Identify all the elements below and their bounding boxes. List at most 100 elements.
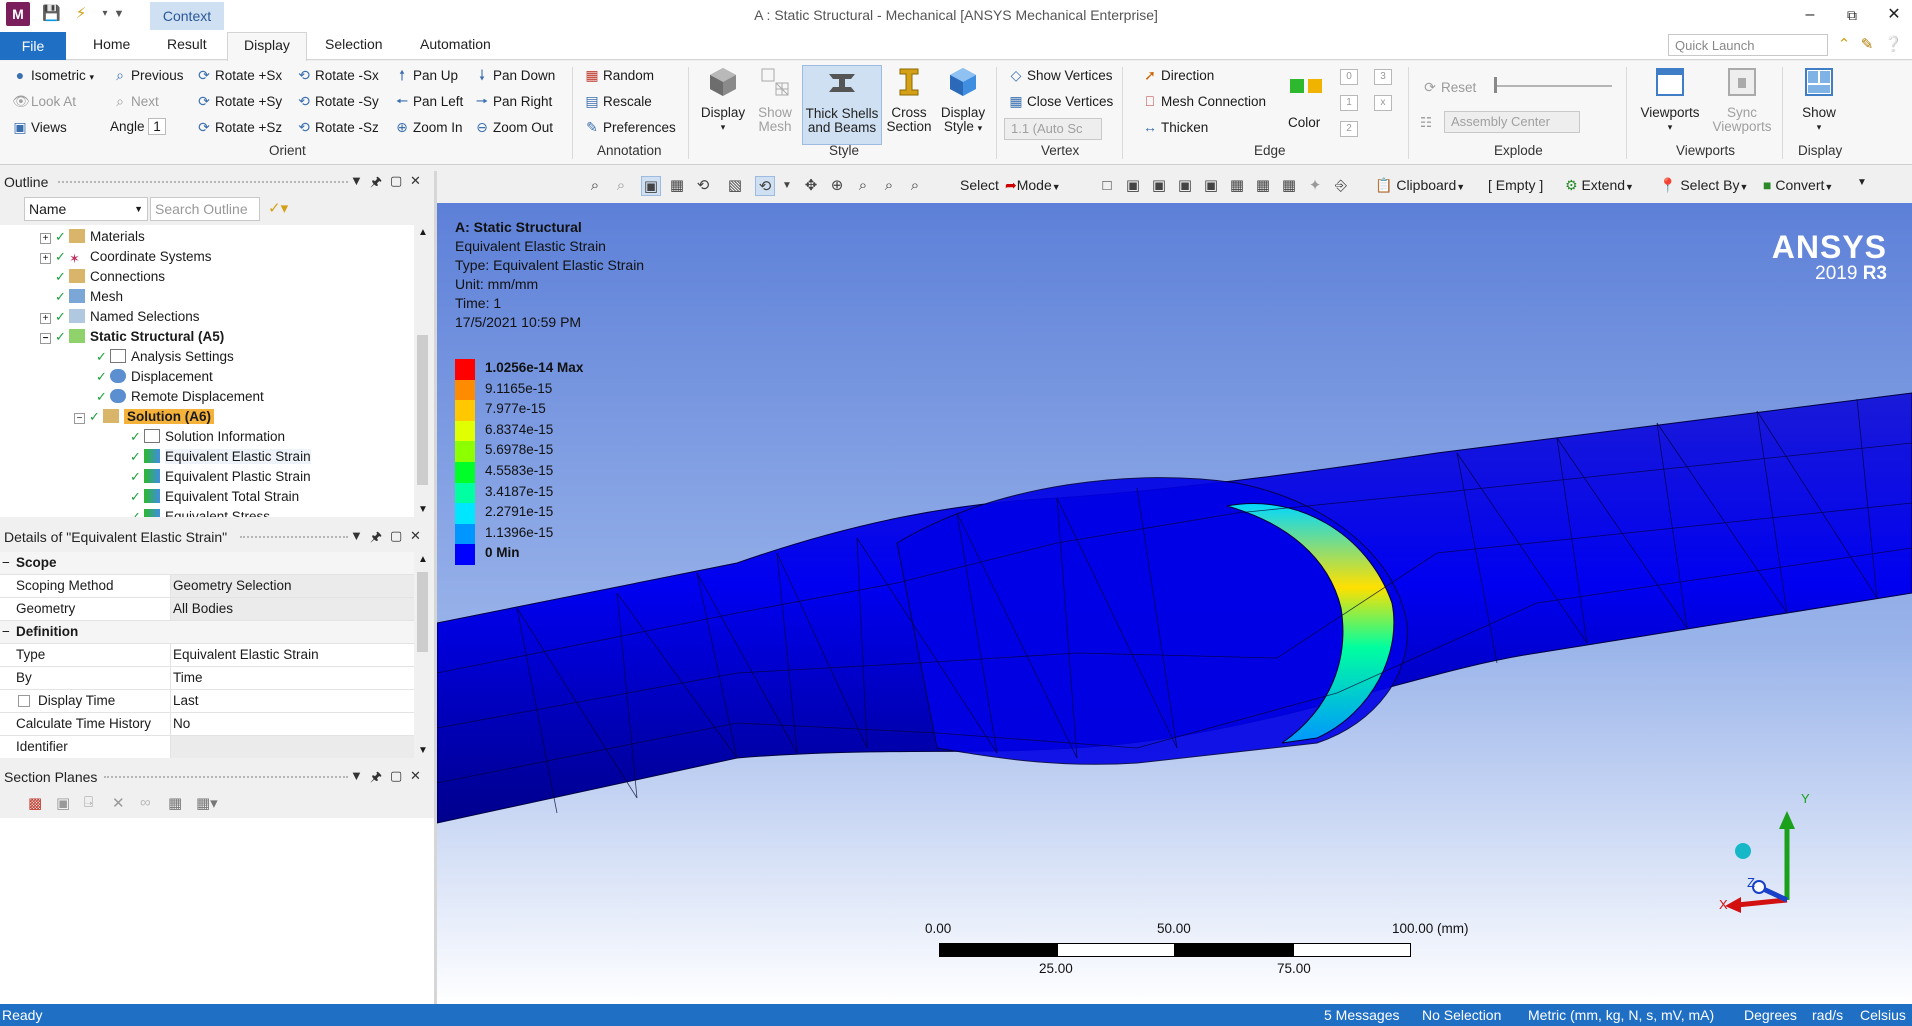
collapse-icon[interactable]: − <box>2 552 10 574</box>
previous-view-button[interactable]: ⌕ Previous <box>112 65 183 85</box>
angle-field[interactable]: Angle 1 <box>110 117 166 137</box>
rotate-view-icon[interactable]: ⟲ <box>693 176 713 196</box>
delete-icon[interactable]: ✕ <box>112 794 125 812</box>
zoom-icon[interactable]: ⌕ <box>611 176 631 196</box>
zoom-out-button[interactable]: ⊖ Zoom Out <box>474 117 553 137</box>
edit-section-plane-icon[interactable]: ▣ <box>56 794 70 812</box>
mode-dropdown[interactable]: ➦Mode▼ <box>1005 177 1061 194</box>
select-element-icon[interactable]: ▦ <box>1279 176 1299 196</box>
pan-up-button[interactable]: 🠕 Pan Up <box>394 65 458 85</box>
new-section-plane-icon[interactable]: ▩ <box>28 794 42 812</box>
capping-icon[interactable]: ▦ <box>168 794 182 812</box>
legend-label[interactable]: 1.1396e-15 <box>485 525 553 540</box>
zoom-to-fit-icon[interactable]: ⌕ <box>585 176 605 196</box>
direction-button[interactable]: ➚ Direction <box>1142 65 1214 85</box>
close-icon[interactable]: ✕ <box>410 528 421 544</box>
pin-icon[interactable]: 🖈 <box>370 173 382 195</box>
capping-options-icon[interactable]: ▦▾ <box>196 794 218 812</box>
select-body-icon[interactable]: ▣ <box>1201 176 1221 196</box>
select-edge-icon[interactable]: ▣ <box>1149 176 1169 196</box>
rotate-pos-sx-button[interactable]: ⟳ Rotate +Sx <box>196 65 282 85</box>
tree-item-equivalent-stress[interactable]: ✓ Equivalent Stress <box>130 507 270 517</box>
box-zoom-icon[interactable]: ▧ <box>725 176 745 196</box>
legend-label[interactable]: 7.977e-15 <box>485 401 546 416</box>
rotate-pos-sy-button[interactable]: ⟳ Rotate +Sy <box>196 91 282 111</box>
legend-label[interactable]: 9.1165e-15 <box>485 381 552 396</box>
select-vertex-icon[interactable]: ▣ <box>1123 176 1143 196</box>
preferences-button[interactable]: ✎ Preferences <box>584 117 676 137</box>
zoom-box-icon[interactable]: ⌕ <box>853 176 873 196</box>
pipe-model[interactable] <box>437 203 1912 1005</box>
edge-option-box[interactable]: 3 <box>1374 69 1392 85</box>
cross-section-button[interactable]: Cross Section <box>884 65 934 134</box>
explode-slider-handle[interactable] <box>1494 77 1497 93</box>
tab-result[interactable]: Result <box>167 36 207 52</box>
tree-item-solution[interactable]: − ✓ Solution (A6) <box>74 407 214 427</box>
show-vertices-button[interactable]: ◇ Show Vertices <box>1008 65 1113 85</box>
scroll-thumb[interactable] <box>417 572 428 652</box>
rate-unit[interactable]: rad/s <box>1812 1007 1843 1023</box>
edge-option-box[interactable]: 2 <box>1340 121 1358 137</box>
edge-option-box[interactable]: x <box>1374 95 1392 111</box>
close-icon[interactable]: ✕ <box>410 173 421 189</box>
rotate-mode-icon[interactable]: ⟲ <box>755 176 775 196</box>
assembly-center-select[interactable]: Assembly Center <box>1444 111 1580 133</box>
color-button[interactable]: Color <box>1288 113 1320 133</box>
details-row-calculate-time-history[interactable]: Calculate Time History No <box>0 713 414 736</box>
select-button[interactable]: Select <box>960 177 999 193</box>
rotate-neg-sy-button[interactable]: ⟲ Rotate -Sy <box>296 91 379 111</box>
rotate-pos-sz-button[interactable]: ⟳ Rotate +Sz <box>196 117 282 137</box>
link-icon[interactable]: ∞ <box>140 794 151 811</box>
zoom-in-icon[interactable]: ⊕ <box>827 176 847 196</box>
legend-label[interactable]: 1.0256e-14 Max <box>485 360 583 375</box>
tab-selection[interactable]: Selection <box>325 36 383 52</box>
rotate-neg-sz-button[interactable]: ⟲ Rotate -Sz <box>296 117 379 137</box>
zoom-in-button[interactable]: ⊕ Zoom In <box>394 117 462 137</box>
maximize-icon[interactable]: ▢ <box>390 173 402 189</box>
filter-options-icon[interactable]: ✓▾ <box>268 199 288 217</box>
scroll-down-icon[interactable]: ▼ <box>418 504 428 515</box>
show-mesh-button[interactable]: Show Mesh <box>752 65 798 134</box>
rescale-button[interactable]: ▤ Rescale <box>584 91 651 111</box>
panel-menu-icon[interactable]: ▼ <box>350 768 363 783</box>
pan-icon[interactable]: ✥ <box>801 176 821 196</box>
pin-icon[interactable]: 🖈 <box>370 768 382 790</box>
maximize-icon[interactable]: ▢ <box>390 768 402 784</box>
named-selection-icon[interactable]: ⎆ <box>1331 176 1351 196</box>
details-row-geometry[interactable]: Geometry All Bodies <box>0 598 414 621</box>
unit-system[interactable]: Metric (mm, kg, N, s, mV, mA) <box>1528 1007 1714 1023</box>
context-tab[interactable]: Context <box>150 2 224 30</box>
tab-file[interactable]: File <box>0 32 66 60</box>
legend-label[interactable]: 2.2791e-15 <box>485 504 553 519</box>
legend-label[interactable]: 5.6978e-15 <box>485 442 553 457</box>
thick-shells-button[interactable]: Thick Shells and Beams <box>802 65 882 145</box>
legend-label[interactable]: 3.4187e-15 <box>485 484 553 499</box>
tree-item-mesh[interactable]: ✓ Mesh <box>55 287 123 307</box>
drag-handle[interactable] <box>240 536 348 539</box>
show-button[interactable]: Show ▾ <box>1790 65 1848 134</box>
select-element-face-icon[interactable]: ▦ <box>1253 176 1273 196</box>
solve-icon[interactable]: ⚡ <box>72 5 90 23</box>
scroll-thumb[interactable] <box>417 335 428 485</box>
feedback-icon[interactable]: ✎ <box>1858 36 1876 54</box>
tree-item-analysis-settings[interactable]: ✓ Analysis Settings <box>96 347 234 367</box>
save-icon[interactable]: 💾 <box>42 5 61 23</box>
select-point-icon[interactable]: □ <box>1097 176 1117 196</box>
edge-color-yellow-swatch[interactable] <box>1308 79 1322 93</box>
magnifier-icon[interactable]: ⌕ <box>905 176 925 196</box>
details-row-identifier[interactable]: Identifier <box>0 736 414 758</box>
angle-unit[interactable]: Degrees <box>1744 1007 1797 1023</box>
tree-item-equivalent-plastic-strain[interactable]: ✓ Equivalent Plastic Strain <box>130 467 311 487</box>
details-row-type[interactable]: Type Equivalent Elastic Strain <box>0 644 414 667</box>
select-face-icon[interactable]: ▣ <box>1175 176 1195 196</box>
qat-customize-icon[interactable]: ▼ <box>110 5 128 23</box>
explode-options-icon[interactable]: ☷ <box>1420 113 1432 133</box>
wireframe-icon[interactable]: ▦ <box>667 176 687 196</box>
toolbar-overflow-icon[interactable]: ▼ <box>1857 177 1867 188</box>
maximize-icon[interactable]: ▢ <box>390 528 402 544</box>
isometric-button[interactable]: ● Isometric ▾ <box>12 65 94 85</box>
convert-dropdown[interactable]: ■ Convert▼ <box>1763 177 1833 193</box>
temperature-unit[interactable]: Celsius <box>1860 1007 1906 1023</box>
details-section-scope[interactable]: − Scope <box>0 552 414 575</box>
display-button[interactable]: Display ▾ <box>696 65 750 134</box>
